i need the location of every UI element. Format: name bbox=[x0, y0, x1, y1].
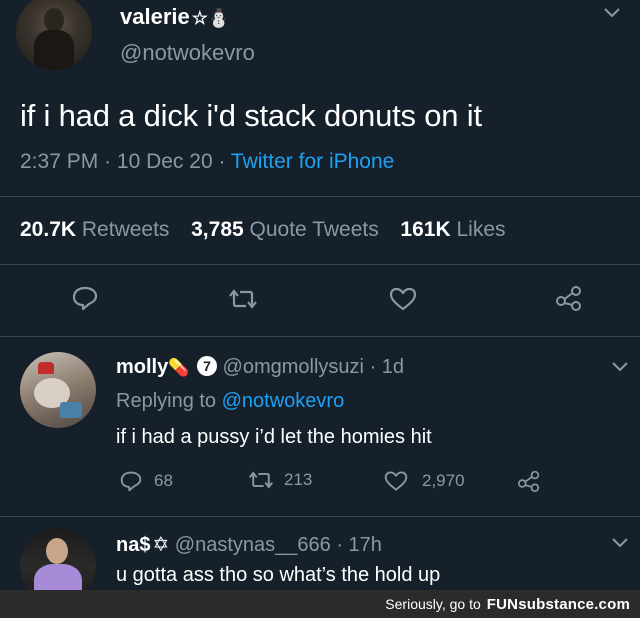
star-emoji: ✡ bbox=[152, 534, 170, 556]
likes-stat[interactable]: 161K Likes bbox=[400, 218, 505, 241]
chevron-down-icon[interactable] bbox=[612, 538, 628, 552]
reply-text: if i had a pussy i’d let the homies hit bbox=[116, 426, 432, 448]
tweet-source-link[interactable]: Twitter for iPhone bbox=[231, 150, 394, 173]
tweet-stats: 20.7K Retweets 3,785 Quote Tweets 161K L… bbox=[20, 218, 506, 242]
divider bbox=[0, 516, 640, 517]
avatar[interactable] bbox=[16, 0, 92, 70]
name-emojis: ☆⛄ bbox=[191, 8, 231, 28]
reply-handle[interactable]: @omgmollysuzi bbox=[223, 356, 364, 378]
divider bbox=[0, 336, 640, 337]
share-icon[interactable] bbox=[517, 470, 541, 492]
reply-age: 17h bbox=[348, 534, 382, 556]
chevron-down-icon[interactable] bbox=[604, 8, 620, 22]
tweet-date: 10 Dec 20 bbox=[116, 150, 213, 173]
quote-tweets-stat[interactable]: 3,785 Quote Tweets bbox=[191, 218, 384, 241]
watermark-bar: Seriously, go to FUNsubstance.com bbox=[0, 590, 640, 618]
user-handle[interactable]: @notwokevro bbox=[120, 40, 255, 66]
like-icon bbox=[384, 471, 408, 491]
display-name[interactable]: valerie ☆⛄ bbox=[120, 4, 230, 30]
reply-display-name[interactable]: molly bbox=[116, 356, 168, 378]
retweets-stat[interactable]: 20.7K Retweets bbox=[20, 218, 175, 241]
watermark-brand: FUNsubstance.com bbox=[486, 595, 630, 613]
share-icon[interactable] bbox=[555, 285, 583, 311]
reply-icon bbox=[120, 471, 142, 492]
reply-text: u gotta ass tho so what’s the hold up bbox=[116, 564, 441, 586]
reply-action-retweet[interactable]: 213 bbox=[248, 470, 312, 490]
reply-header: na$ ✡ @nastynas__666 · 17h bbox=[116, 534, 382, 556]
watermark-prefix: Seriously, go to bbox=[385, 596, 481, 612]
reply-display-name[interactable]: na$ bbox=[116, 534, 150, 556]
reply-icon[interactable] bbox=[72, 286, 98, 310]
retweet-icon bbox=[248, 471, 274, 489]
reply-header: molly💊 7 @omgmollysuzi · 1d bbox=[116, 356, 405, 378]
chevron-down-icon[interactable] bbox=[612, 362, 628, 376]
tweet-meta: 2:37 PM · 10 Dec 20 · Twitter for iPhone bbox=[20, 150, 395, 173]
tweet-time: 2:37 PM bbox=[20, 150, 99, 173]
badge-icon: 7 bbox=[196, 356, 217, 376]
reply-action-like[interactable]: 2,970 bbox=[384, 470, 465, 492]
like-icon[interactable] bbox=[389, 287, 417, 311]
pill-emoji: 💊 bbox=[168, 358, 190, 377]
reply-avatar[interactable] bbox=[20, 352, 96, 428]
retweet-icon[interactable] bbox=[228, 288, 258, 310]
replying-to: Replying to @notwokevro bbox=[116, 390, 345, 412]
tweet-text: if i had a dick i'd stack donuts on it bbox=[20, 98, 482, 133]
reply-handle[interactable]: @nastynas__666 bbox=[175, 534, 331, 556]
divider bbox=[0, 196, 640, 197]
reply-age: 1d bbox=[381, 356, 405, 378]
divider bbox=[0, 264, 640, 265]
reply-action-reply[interactable]: 68 bbox=[120, 470, 173, 492]
replying-to-link[interactable]: @notwokevro bbox=[222, 390, 345, 412]
